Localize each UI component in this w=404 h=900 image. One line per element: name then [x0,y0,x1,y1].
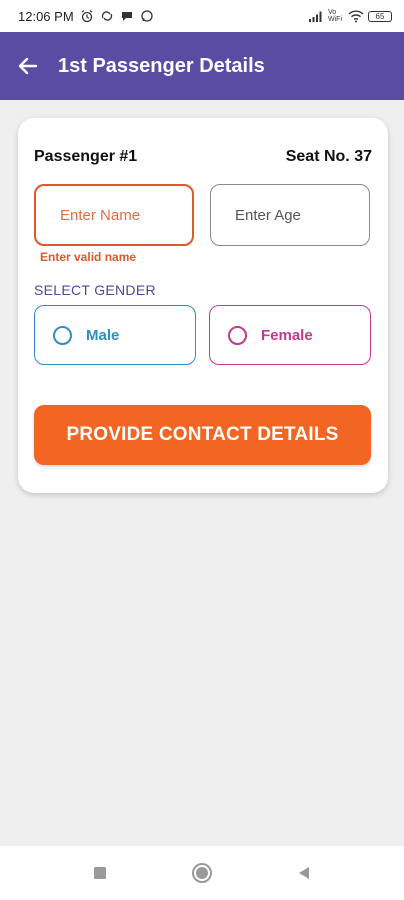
system-back-button[interactable] [292,861,316,885]
male-label: Male [86,326,120,344]
chat-icon [120,9,134,23]
name-field[interactable] [34,184,194,246]
name-error-message: Enter valid name [40,250,137,264]
female-label: Female [261,326,313,344]
home-button[interactable] [190,861,214,885]
age-field[interactable] [210,184,370,246]
seat-number: Seat No. 37 [285,148,372,165]
gender-option-male[interactable]: Male [34,305,196,365]
system-nav-bar [0,846,404,900]
volte-icon: Vo WiFi [328,9,342,23]
provide-contact-details-button[interactable]: PROVIDE CONTACT DETAILS [34,405,371,465]
signal-icon [308,9,322,23]
status-bar: 12:06 PM Vo WiFi 65 [0,0,404,32]
battery-level: 65 [375,11,385,21]
passenger-card: Passenger #1 Seat No. 37 Enter valid nam… [18,118,388,493]
female-radio-icon [228,325,247,345]
passenger-header: Passenger #1 Seat No. 37 [34,148,372,166]
male-radio-icon [53,325,72,345]
sync-icon [100,9,114,23]
wifi-icon [348,9,364,23]
status-time: 12:06 PM [18,8,74,24]
passenger-label: Passenger #1 [34,148,138,165]
page-title: 1st Passenger Details [58,54,265,77]
arrow-left-icon [18,57,38,75]
gender-section-label: SELECT GENDER [34,282,156,298]
app-bar: 1st Passenger Details [0,32,404,100]
age-input[interactable] [233,205,369,225]
back-triangle-icon [299,867,309,879]
recents-icon [94,867,106,879]
status-left: 12:06 PM [18,9,154,24]
home-icon [192,863,212,883]
recents-button[interactable] [88,861,112,885]
battery-icon: 65 [368,10,392,22]
gender-option-female[interactable]: Female [209,305,371,365]
status-right: Vo WiFi 65 [308,9,392,23]
back-button[interactable] [4,42,52,90]
alarm-icon [80,9,94,23]
name-input[interactable] [58,205,192,225]
whatsapp-icon [140,9,154,23]
